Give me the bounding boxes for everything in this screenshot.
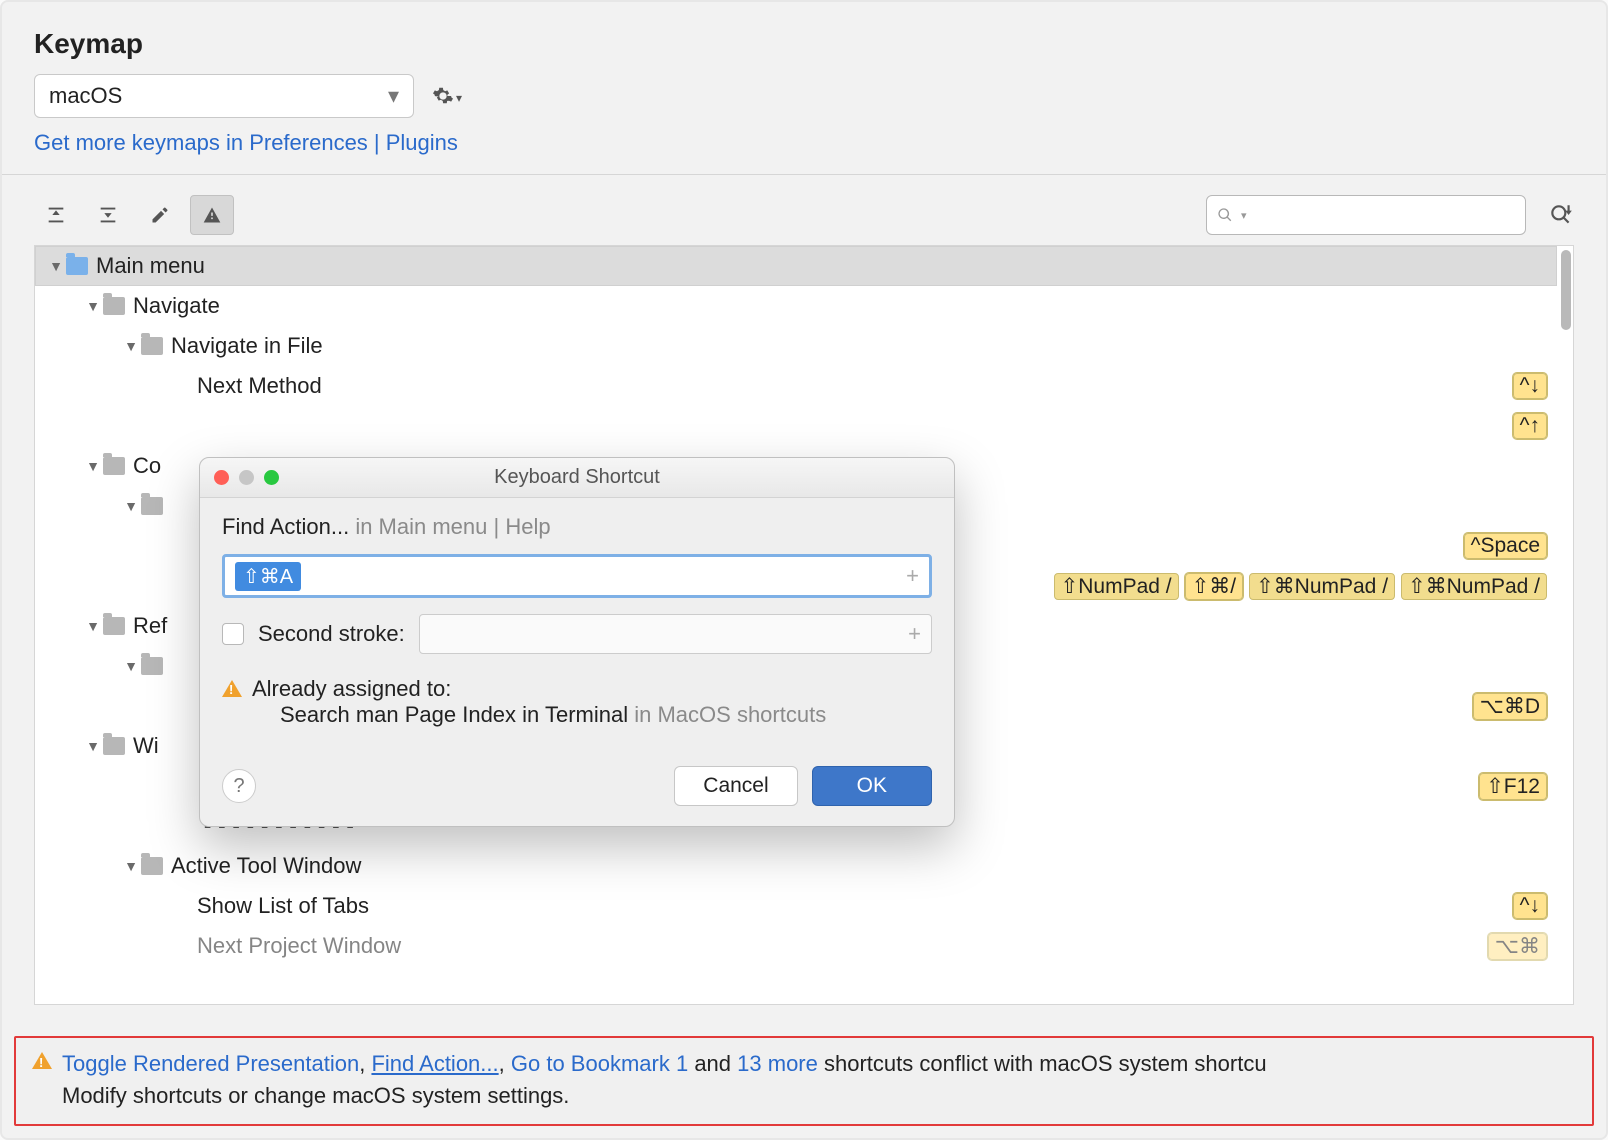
shortcut-badge: ^↑ xyxy=(1513,413,1547,439)
shortcut-badge: ⇧⌘NumPad / xyxy=(1401,573,1547,600)
banner-text: shortcuts conflict with macOS system sho… xyxy=(824,1051,1267,1076)
warnings-filter-icon[interactable] xyxy=(190,195,234,235)
tree-label: Next Method xyxy=(197,373,322,399)
tree-label: Main menu xyxy=(96,253,205,279)
disclosure-icon[interactable]: ▼ xyxy=(46,258,66,274)
add-icon[interactable]: + xyxy=(906,563,919,589)
tree-row[interactable]: Next Project Window ⌥⌘ xyxy=(35,926,1557,966)
tree-row[interactable]: ^↑ xyxy=(35,406,1557,446)
tree-row[interactable]: Show List of Tabs ^↓ xyxy=(35,886,1557,926)
ok-button[interactable]: OK xyxy=(812,766,932,806)
shortcut-badge: ⇧⌘NumPad / xyxy=(1249,573,1395,600)
folder-icon xyxy=(66,257,88,275)
disclosure-icon[interactable]: ▼ xyxy=(83,458,103,474)
shortcut-badge: ^Space xyxy=(1464,533,1547,559)
shortcut-badge: ⇧NumPad / xyxy=(1054,573,1179,600)
find-by-shortcut-icon[interactable] xyxy=(1548,202,1574,228)
folder-icon xyxy=(103,737,125,755)
dialog-titlebar[interactable]: Keyboard Shortcut xyxy=(200,458,954,498)
folder-icon xyxy=(141,657,163,675)
assigned-text-muted: in MacOS shortcuts xyxy=(634,702,826,727)
folder-icon xyxy=(141,497,163,515)
action-path: in Main menu | Help xyxy=(355,514,550,539)
edit-icon[interactable] xyxy=(138,195,182,235)
expand-all-icon[interactable] xyxy=(34,195,78,235)
chevron-down-icon: ▾ xyxy=(456,91,462,105)
folder-icon xyxy=(103,617,125,635)
cancel-button[interactable]: Cancel xyxy=(674,766,797,806)
banner-text: and xyxy=(694,1051,731,1076)
help-icon[interactable]: ? xyxy=(222,769,256,803)
zoom-icon[interactable] xyxy=(264,470,279,485)
disclosure-icon[interactable]: ▼ xyxy=(83,298,103,314)
conflict-link[interactable]: Go to Bookmark 1 xyxy=(511,1051,688,1076)
dialog-title: Keyboard Shortcut xyxy=(494,466,660,489)
shortcut-badge: ⌥⌘ xyxy=(1488,933,1547,960)
disclosure-icon[interactable]: ▼ xyxy=(121,338,141,354)
second-stroke-label: Second stroke: xyxy=(258,621,405,647)
chevron-down-icon: ▾ xyxy=(388,83,399,109)
shortcut-badge: ⌥⌘D xyxy=(1473,693,1547,720)
folder-icon xyxy=(103,457,125,475)
folder-icon xyxy=(103,297,125,315)
collapse-all-icon[interactable] xyxy=(86,195,130,235)
tree-label: Show List of Tabs xyxy=(197,893,369,919)
tree-label: Co xyxy=(133,453,161,479)
tree-label: Navigate in File xyxy=(171,333,323,359)
disclosure-icon[interactable]: ▼ xyxy=(83,618,103,634)
conflict-link[interactable]: Toggle Rendered Presentation xyxy=(62,1051,359,1076)
shortcut-value: ⇧⌘A xyxy=(235,562,301,591)
tree-row[interactable]: ▼ Active Tool Window xyxy=(35,846,1557,886)
folder-icon xyxy=(141,337,163,355)
search-input[interactable]: ▾ xyxy=(1206,195,1526,235)
page-title: Keymap xyxy=(2,2,1606,74)
banner-text: Modify shortcuts or change macOS system … xyxy=(62,1080,1267,1112)
search-icon xyxy=(1217,207,1233,223)
conflict-link[interactable]: 13 more xyxy=(737,1051,818,1076)
tree-row[interactable]: ▼ Navigate in File xyxy=(35,326,1557,366)
conflict-link[interactable]: Find Action... xyxy=(371,1051,498,1076)
assigned-text: Search man Page Index in Terminal xyxy=(280,702,628,727)
warning-icon xyxy=(32,1052,52,1069)
tree-row[interactable]: ▼ Navigate xyxy=(35,286,1557,326)
shortcut-badge: ^↓ xyxy=(1513,893,1547,919)
close-icon[interactable] xyxy=(214,470,229,485)
keymap-select[interactable]: macOS ▾ xyxy=(34,74,414,118)
keyboard-shortcut-dialog: Keyboard Shortcut Find Action... in Main… xyxy=(199,457,955,827)
separator xyxy=(2,174,1606,175)
disclosure-icon[interactable]: ▼ xyxy=(121,658,141,674)
get-keymaps-link[interactable]: Get more keymaps in Preferences | Plugin… xyxy=(34,130,458,155)
minimize-icon xyxy=(239,470,254,485)
second-stroke-checkbox[interactable] xyxy=(222,623,244,645)
search-field[interactable] xyxy=(1255,203,1524,228)
warning-icon xyxy=(222,680,242,697)
disclosure-icon[interactable]: ▼ xyxy=(83,738,103,754)
action-name: Find Action... xyxy=(222,514,349,539)
gear-icon[interactable]: ▾ xyxy=(432,85,462,107)
tree-row[interactable]: ▼ Main menu xyxy=(35,246,1557,286)
second-stroke-input[interactable]: + xyxy=(419,614,932,654)
folder-icon xyxy=(141,857,163,875)
assigned-header: Already assigned to: xyxy=(252,676,826,702)
tree-label: Wi xyxy=(133,733,159,759)
shortcut-badge: ^↓ xyxy=(1513,373,1547,399)
tree-row[interactable]: Next Method ^↓ xyxy=(35,366,1557,406)
tree-label: Ref xyxy=(133,613,167,639)
shortcut-input[interactable]: ⇧⌘A + xyxy=(222,554,932,598)
keymap-select-value: macOS xyxy=(49,83,122,109)
shortcut-badge: ⇧F12 xyxy=(1479,773,1547,800)
conflict-banner: Toggle Rendered Presentation, Find Actio… xyxy=(14,1036,1594,1126)
tree-label: Navigate xyxy=(133,293,220,319)
add-icon[interactable]: + xyxy=(908,621,921,647)
shortcut-badge: ⇧⌘/ xyxy=(1185,573,1243,600)
chevron-down-icon: ▾ xyxy=(1241,209,1247,222)
scrollbar-thumb[interactable] xyxy=(1561,250,1571,330)
tree-label: Active Tool Window xyxy=(171,853,361,879)
disclosure-icon[interactable]: ▼ xyxy=(121,498,141,514)
tree-label: Next Project Window xyxy=(197,933,401,959)
disclosure-icon[interactable]: ▼ xyxy=(121,858,141,874)
